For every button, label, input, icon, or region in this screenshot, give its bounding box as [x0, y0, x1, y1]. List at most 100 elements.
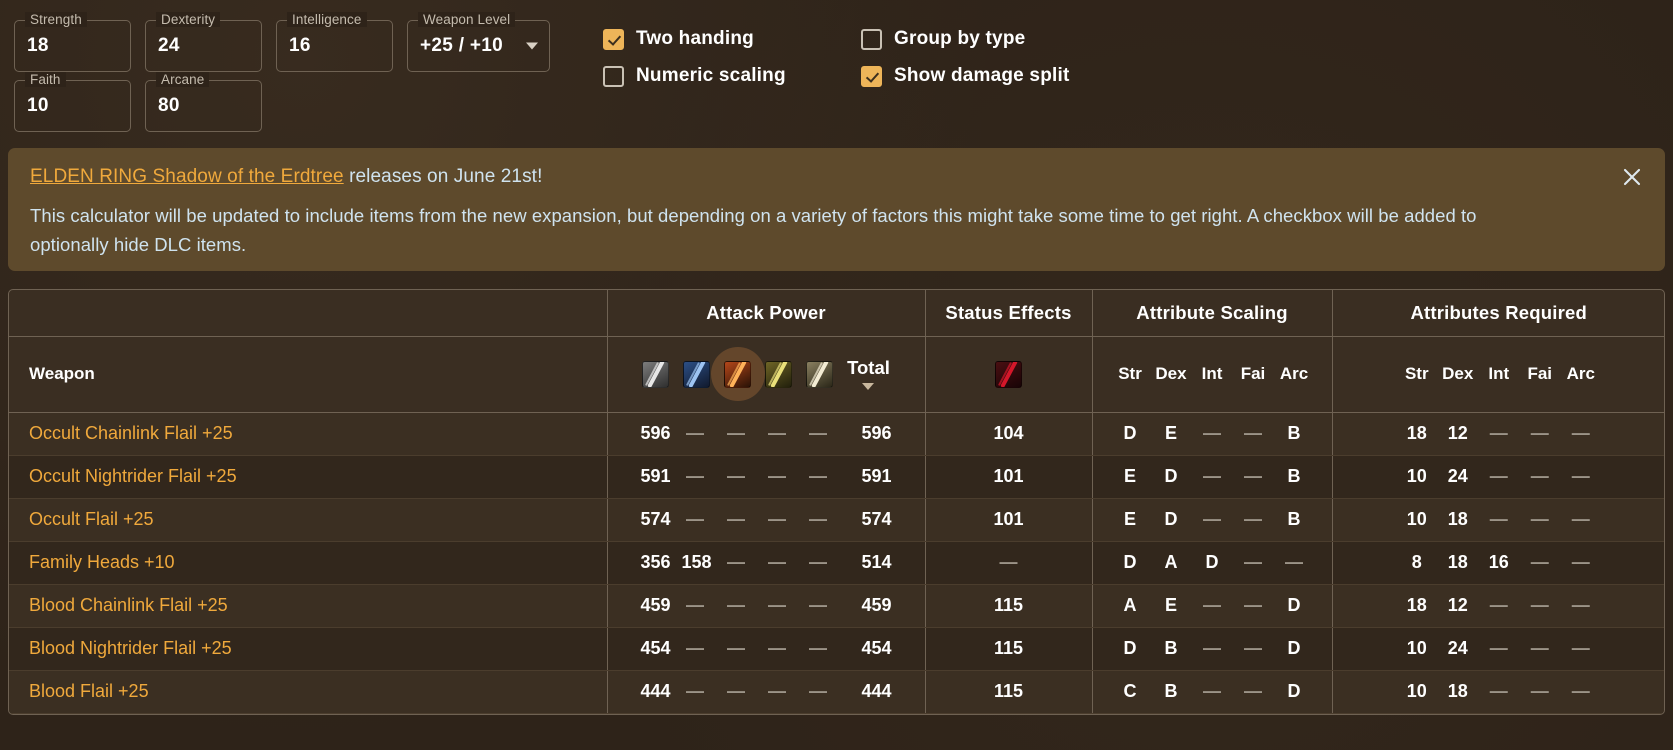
attributes-required-cells: 10 24 — — —: [1331, 455, 1664, 499]
required-value-4: —: [1571, 638, 1590, 658]
checkbox-group-by-type[interactable]: Group by type: [861, 28, 1070, 50]
required-value-1: 18: [1447, 509, 1468, 529]
scaling-header-str[interactable]: Str: [1110, 364, 1151, 384]
table-row[interactable]: Family Heads +10 356 158 — — — 514 — D A D — — 8 18 16 —…: [9, 541, 1664, 585]
attributes-required-cells: 18 12 — — —: [1331, 412, 1664, 456]
attack-power-cells: 444 — — — — 444: [606, 670, 925, 714]
checkbox-show-damage-split[interactable]: Show damage split: [861, 65, 1070, 87]
table-row[interactable]: Occult Nightrider Flail +25 591— — — —591 101…: [9, 455, 1664, 499]
scaling-grade-1: D: [1164, 466, 1178, 486]
damage-value-1: —: [686, 509, 704, 529]
attributes-required-cells: 10 18 — — —: [1331, 670, 1664, 714]
damage-value-2: —: [727, 552, 745, 572]
attack-power-cells: 574 — — — — 574: [606, 498, 925, 542]
attribute-scaling-cells: D A D — —: [1091, 541, 1332, 585]
scaling-grade-3: —: [1244, 509, 1262, 529]
required-value-0: 18: [1406, 595, 1427, 615]
scaling-header-fai[interactable]: Fai: [1233, 364, 1274, 384]
attributes-required-cells: 18 12 — — —: [1331, 584, 1664, 628]
damage-value-0: 356: [640, 552, 671, 572]
required-header-int[interactable]: Int: [1478, 364, 1519, 384]
field-weapon-level[interactable]: Weapon Level +25 / +10: [407, 12, 550, 72]
scaling-grade-4: B: [1287, 466, 1301, 486]
table-body: Occult Chainlink Flail +25 596— — — —596 104 D…: [9, 412, 1664, 714]
damage-value-2: —: [727, 466, 745, 486]
status-effect-value: 115: [924, 627, 1092, 671]
attack-power-cells: 356 158 — — — 514: [606, 541, 925, 585]
scaling-grade-4: B: [1287, 423, 1301, 443]
damage-value-0: 574: [640, 509, 671, 529]
damage-value-4: —: [809, 595, 827, 615]
damage-value-3: —: [768, 552, 786, 572]
checkbox-show-damage-split-box[interactable]: [861, 65, 882, 87]
scaling-grade-3: —: [1244, 595, 1262, 615]
column-header-total[interactable]: Total: [847, 357, 890, 391]
field-intelligence[interactable]: Intelligence 16: [276, 12, 393, 72]
table-column-header-row: Weapon Total Str Dex Int Fai Arc Str Dex…: [9, 336, 1664, 413]
fire-damage-icon[interactable]: [724, 360, 752, 388]
damage-value-4: —: [809, 423, 827, 443]
total-damage-value: 596: [861, 423, 892, 443]
field-faith-label: Faith: [25, 72, 66, 87]
magic-damage-icon[interactable]: [683, 360, 711, 388]
required-value-3: —: [1530, 509, 1549, 529]
sort-descending-icon[interactable]: [862, 383, 875, 391]
attribute-scaling-cells: E D — — B: [1091, 498, 1332, 542]
table-row[interactable]: Occult Chainlink Flail +25 596— — — —596 104 D…: [9, 412, 1664, 456]
checkbox-group-by-type-box[interactable]: [861, 28, 882, 50]
required-value-3: —: [1530, 466, 1549, 486]
status-effect-value: 101: [924, 498, 1092, 542]
required-header-str[interactable]: Str: [1396, 364, 1437, 384]
scaling-grade-4: D: [1287, 638, 1301, 658]
required-header-arc[interactable]: Arc: [1560, 364, 1601, 384]
group-header-attributes-required: Attributes Required: [1331, 290, 1664, 337]
field-dexterity[interactable]: Dexterity 24: [145, 12, 262, 72]
column-header-weapon[interactable]: Weapon: [9, 336, 607, 413]
scaling-grade-0: E: [1123, 466, 1136, 486]
weapon-name-link[interactable]: Family Heads +10: [9, 541, 607, 585]
field-intelligence-label: Intelligence: [287, 12, 367, 27]
damage-value-3: —: [768, 681, 786, 701]
banner-dlc-link[interactable]: ELDEN RING Shadow of the Erdtree: [30, 166, 344, 187]
lightning-damage-icon[interactable]: [765, 360, 793, 388]
scaling-header-int[interactable]: Int: [1192, 364, 1233, 384]
table-row[interactable]: Blood Chainlink Flail +25 459 — — — — 459 115 A E…: [9, 584, 1664, 628]
total-damage-value: 514: [861, 552, 892, 572]
close-icon[interactable]: [1619, 164, 1645, 190]
chevron-down-icon[interactable]: [526, 42, 538, 50]
required-value-4: —: [1571, 509, 1590, 529]
physical-damage-icon[interactable]: [642, 360, 670, 388]
table-row[interactable]: Occult Flail +25 574 — — — — 574 101 E D — — B 10 18 — —…: [9, 498, 1664, 542]
table-row[interactable]: Blood Nightrider Flail +25 454— — — —454 115 D…: [9, 627, 1664, 671]
holy-damage-icon[interactable]: [806, 360, 834, 388]
column-header-damage-types: Total: [606, 336, 925, 413]
table-row[interactable]: Blood Flail +25 444 — — — — 444 115 C B — — D 10 18 — — —: [9, 670, 1664, 714]
weapon-name-link[interactable]: Occult Nightrider Flail +25: [9, 455, 607, 499]
field-dexterity-label: Dexterity: [156, 12, 221, 27]
attributes-required-cells: 10 18 — — —: [1331, 498, 1664, 542]
checkbox-numeric-scaling-box[interactable]: [603, 65, 624, 87]
field-strength[interactable]: Strength 18: [14, 12, 131, 72]
required-value-1: 12: [1447, 423, 1468, 443]
checkbox-numeric-scaling[interactable]: Numeric scaling: [603, 65, 823, 87]
field-faith[interactable]: Faith 10: [14, 72, 131, 132]
scaling-grade-3: —: [1244, 423, 1262, 443]
required-value-3: —: [1530, 423, 1549, 443]
scaling-header-dex[interactable]: Dex: [1151, 364, 1192, 384]
required-header-dex[interactable]: Dex: [1437, 364, 1478, 384]
weapon-name-link[interactable]: Blood Flail +25: [9, 670, 607, 714]
weapon-name-link[interactable]: Blood Nightrider Flail +25: [9, 627, 607, 671]
required-header-fai[interactable]: Fai: [1519, 364, 1560, 384]
checkbox-two-handing-box[interactable]: [603, 28, 624, 50]
scaling-header-arc[interactable]: Arc: [1274, 364, 1315, 384]
required-value-3: —: [1530, 638, 1549, 658]
bleed-status-icon[interactable]: [995, 360, 1022, 388]
weapon-name-link[interactable]: Occult Flail +25: [9, 498, 607, 542]
attack-power-cells: 454 — — — — 454: [606, 627, 925, 671]
field-arcane[interactable]: Arcane 80: [145, 72, 262, 132]
field-arcane-label: Arcane: [156, 72, 210, 87]
weapon-name-link[interactable]: Blood Chainlink Flail +25: [9, 584, 607, 628]
weapon-name-link[interactable]: Occult Chainlink Flail +25: [9, 412, 607, 456]
scaling-grade-0: D: [1123, 423, 1137, 443]
checkbox-two-handing[interactable]: Two handing: [603, 28, 823, 50]
